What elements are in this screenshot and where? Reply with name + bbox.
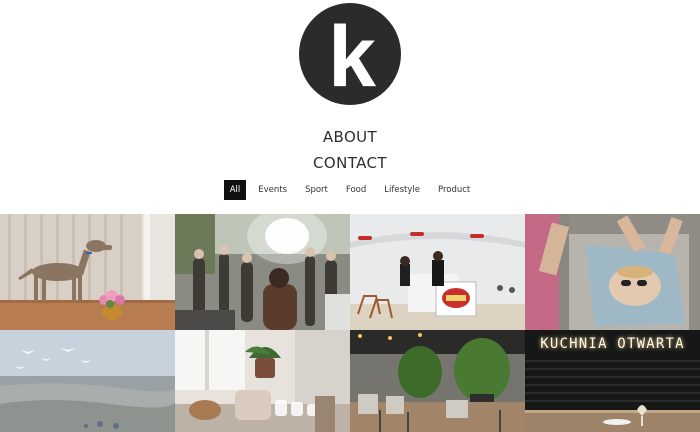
restaurant-plants-photo[interactable] bbox=[350, 330, 525, 432]
beach-bar-photo[interactable] bbox=[350, 214, 525, 330]
beach-towel-photo[interactable] bbox=[525, 214, 700, 330]
neon-sign-text: KUCHNIA OTWARTA bbox=[540, 336, 685, 352]
nav-contact-link[interactable]: CONTACT bbox=[0, 150, 700, 176]
main-nav: ABOUT CONTACT bbox=[0, 124, 700, 176]
logo-letter: k bbox=[328, 9, 376, 105]
photo-gallery: KUCHNIA OTWARTA bbox=[0, 214, 700, 432]
dog-photo[interactable] bbox=[0, 214, 175, 330]
interior-cafe-photo[interactable] bbox=[175, 330, 350, 432]
seaside-birds-photo[interactable] bbox=[0, 330, 175, 432]
filter-food[interactable]: Food bbox=[340, 180, 372, 200]
category-filters: All Events Sport Food Lifestyle Product bbox=[0, 180, 700, 200]
kuchnia-otwarta-photo[interactable]: KUCHNIA OTWARTA bbox=[525, 330, 700, 432]
filter-all[interactable]: All bbox=[223, 180, 247, 200]
filter-product[interactable]: Product bbox=[432, 180, 476, 200]
logo-mark: k bbox=[299, 3, 401, 105]
filter-events[interactable]: Events bbox=[252, 180, 293, 200]
nav-about-link[interactable]: ABOUT bbox=[0, 124, 700, 150]
filter-lifestyle[interactable]: Lifestyle bbox=[378, 180, 426, 200]
filter-sport[interactable]: Sport bbox=[299, 180, 334, 200]
brand-logo[interactable]: k bbox=[298, 2, 402, 106]
event-crowd-photo[interactable] bbox=[175, 214, 350, 330]
